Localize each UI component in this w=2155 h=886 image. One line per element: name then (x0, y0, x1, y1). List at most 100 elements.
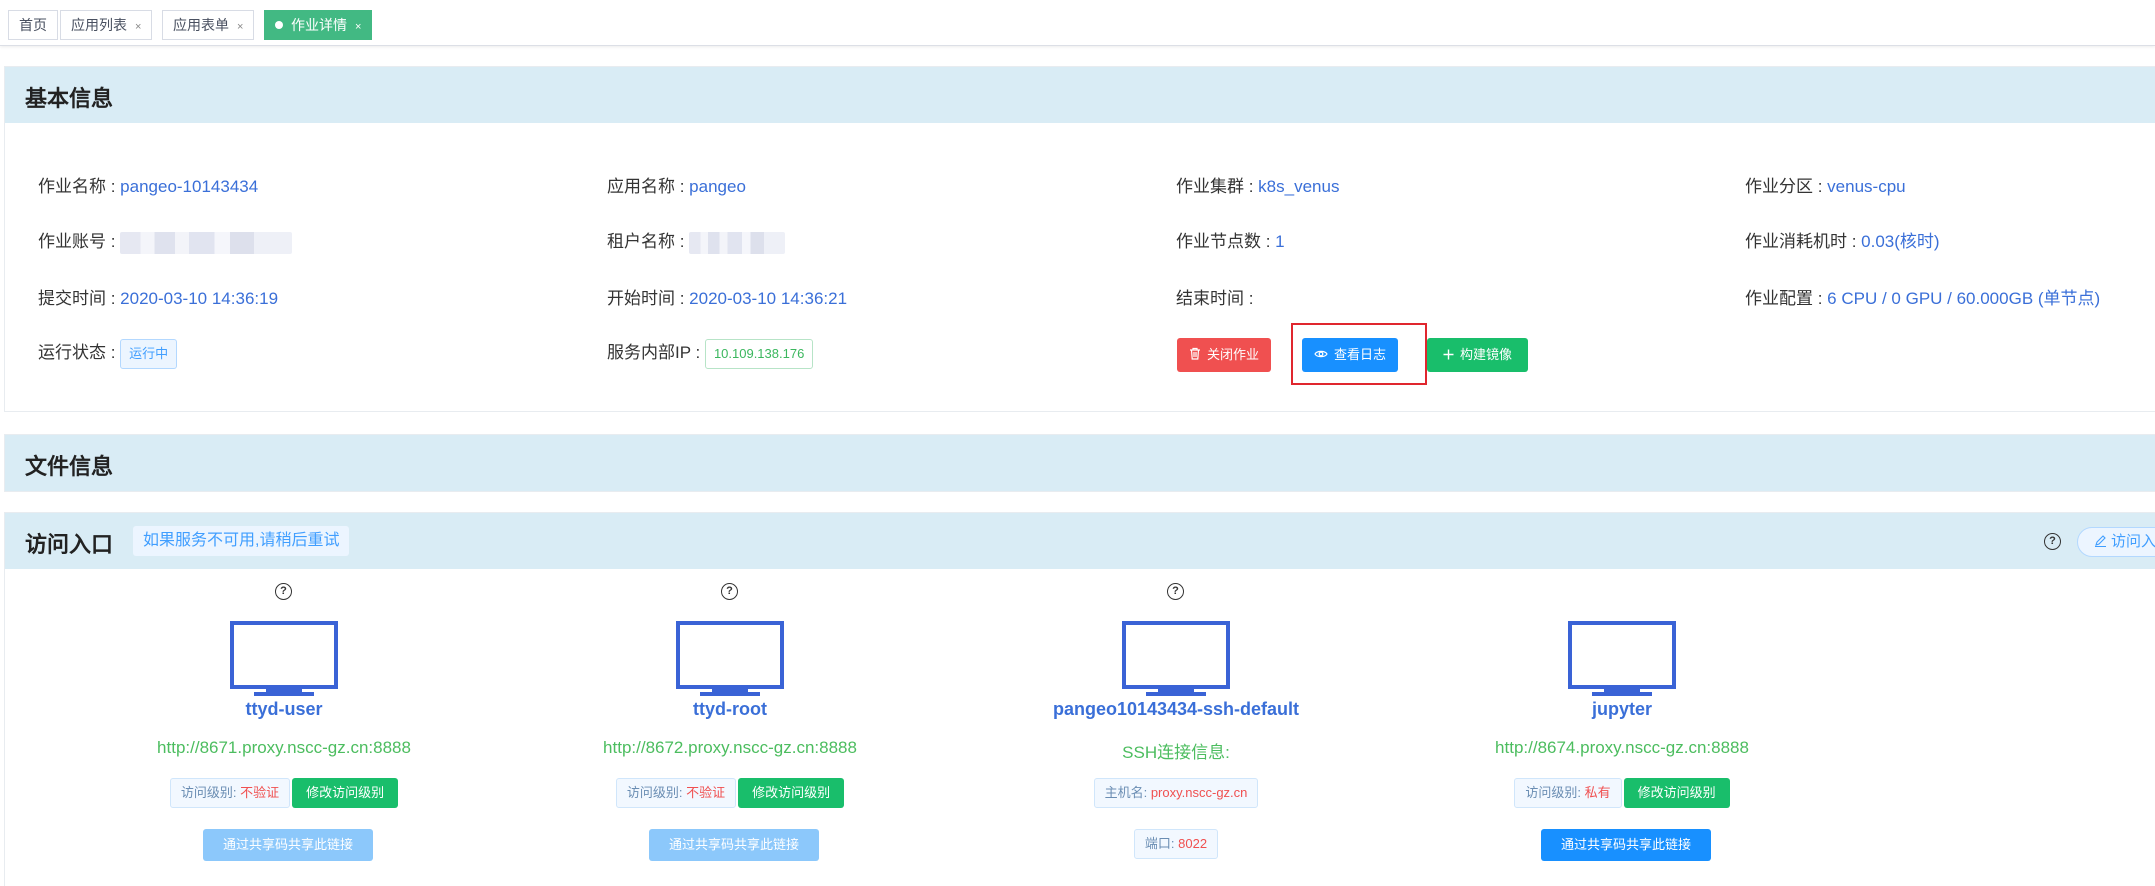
plus-icon (1443, 349, 1454, 360)
level-label: 访问级别: (180, 785, 241, 800)
config-field: 作业配置 : 6 CPU / 0 GPU / 60.000GB (单节点) (1745, 284, 2100, 309)
field-label: 作业消耗机时 : (1745, 232, 1862, 251)
account-field: 作业账号 : (38, 227, 293, 254)
field-label: 提交时间 : (38, 289, 121, 308)
share-link-button[interactable]: 通过共享码共享此链接 (649, 829, 819, 861)
help-icon[interactable]: ? (275, 583, 292, 600)
job-name-field: 作业名称 : pangeo-10143434 (38, 172, 258, 197)
job-name-value: pangeo-10143434 (120, 177, 259, 196)
ssh-port-row: 端口: 8022 (1016, 829, 1336, 859)
ip-badge: 10.109.138.176 (704, 338, 814, 369)
close-job-button[interactable]: 关闭作业 (1177, 338, 1272, 372)
access-level-row: 访问级别: 不验证 修改访问级别 (124, 778, 444, 808)
nodes-field: 作业节点数 : 1 (1176, 227, 1285, 252)
cost-field: 作业消耗机时 : 0.03(核时) (1745, 227, 1940, 252)
field-label: 作业分区 : (1745, 177, 1828, 196)
nodes-value: 1 (1275, 232, 1285, 251)
ssh-port-tag: 端口: 8022 (1133, 829, 1219, 859)
access-level-row: 访问级别: 不验证 修改访问级别 (570, 778, 890, 808)
tab-job-detail[interactable]: 作业详情 × (264, 10, 373, 40)
access-level-tag: 访问级别: 不验证 (169, 778, 291, 808)
basic-info-header: 基本信息 (5, 67, 2155, 123)
field-label: 运行状态 : (38, 343, 121, 362)
tab-label: 作业详情 (291, 17, 347, 33)
cost-value: 0.03(核时) (1861, 232, 1940, 251)
cluster-value: k8s_venus (1258, 177, 1340, 196)
entry-name[interactable]: ttyd-root (570, 699, 890, 720)
entry-name[interactable]: jupyter (1462, 699, 1782, 720)
section-title: 基本信息 (25, 86, 114, 111)
monitor-icon (1568, 621, 1676, 702)
access-level-tag: 访问级别: 私有 (1514, 778, 1622, 808)
tab-home[interactable]: 首页 (8, 10, 58, 40)
file-info-header[interactable]: 文件信息 (5, 435, 2155, 491)
modify-level-button[interactable]: 修改访问级别 (1623, 778, 1730, 808)
entry-url[interactable]: http://8672.proxy.nscc-gz.cn:8888 (570, 738, 890, 758)
level-value: 不验证 (686, 785, 726, 800)
ssh-info-label: SSH连接信息: (1122, 743, 1230, 762)
status-badge: 运行中 (120, 338, 178, 369)
monitor-icon (1122, 621, 1230, 702)
level-label: 访问级别: (626, 785, 687, 800)
button-label: 访问入 (2111, 533, 2155, 550)
close-icon[interactable]: × (237, 21, 243, 33)
help-icon[interactable]: ? (2044, 533, 2061, 550)
close-icon[interactable]: × (355, 21, 361, 33)
ssh-host-tag: 主机名: proxy.nscc-gz.cn (1093, 778, 1259, 808)
share-link-button[interactable]: 通过共享码共享此链接 (1541, 829, 1711, 861)
section-title: 访问入口 (25, 532, 114, 557)
start-time-value: 2020-03-10 14:36:21 (689, 289, 848, 308)
help-icon[interactable]: ? (1167, 583, 1184, 600)
ip-field: 服务内部IP : 10.109.138.176 (607, 338, 814, 369)
visit-entry-button[interactable]: 访问入 (2077, 527, 2155, 557)
share-link-button[interactable]: 通过共享码共享此链接 (203, 829, 373, 861)
monitor-icon (230, 621, 338, 702)
submit-time-value: 2020-03-10 14:36:19 (120, 289, 279, 308)
retry-hint: 如果服务不可用,请稍后重试 (133, 526, 350, 556)
port-value: 8022 (1178, 836, 1208, 851)
redacted-account (120, 231, 293, 254)
host-label: 主机名: (1104, 785, 1151, 800)
button-label: 关闭作业 (1207, 347, 1260, 362)
field-label: 应用名称 : (607, 177, 690, 196)
modify-level-button[interactable]: 修改访问级别 (738, 778, 845, 808)
monitor-icon (676, 621, 784, 702)
access-level-row: 访问级别: 私有 修改访问级别 (1462, 778, 1782, 808)
tab-label: 首页 (19, 17, 47, 33)
tab-label: 应用列表 (71, 17, 127, 33)
submit-time-field: 提交时间 : 2020-03-10 14:36:19 (38, 284, 278, 309)
view-log-button[interactable]: 查看日志 (1302, 338, 1399, 372)
field-label: 结束时间 : (1176, 289, 1254, 308)
access-card: 访问入口 如果服务不可用,请稍后重试 ? 访问入 ? ttyd-user htt… (4, 512, 2155, 886)
entry-url[interactable]: http://8671.proxy.nscc-gz.cn:8888 (124, 738, 444, 758)
tab-app-form[interactable]: 应用表单 × (162, 10, 255, 40)
status-field: 运行状态 : 运行中 (38, 338, 178, 369)
field-label: 作业配置 : (1745, 289, 1828, 308)
host-value: proxy.nscc-gz.cn (1150, 785, 1248, 800)
tab-app-list[interactable]: 应用列表 × (60, 10, 153, 40)
field-label: 服务内部IP : (607, 343, 705, 362)
entry-name[interactable]: pangeo10143434-ssh-default (1016, 699, 1336, 720)
end-time-field: 结束时间 : (1176, 284, 1253, 309)
field-label: 开始时间 : (607, 289, 690, 308)
file-info-card: 文件信息 (4, 434, 2155, 492)
tab-bar: 首页 应用列表 × 应用表单 × 作业详情 × (0, 0, 2155, 46)
redacted-tenant (689, 231, 786, 254)
field-label: 作业节点数 : (1176, 232, 1276, 251)
build-image-button[interactable]: 构建镜像 (1427, 338, 1529, 372)
app-name-field: 应用名称 : pangeo (607, 172, 746, 197)
entry-url[interactable]: http://8674.proxy.nscc-gz.cn:8888 (1462, 738, 1782, 758)
access-level-tag: 访问级别: 不验证 (615, 778, 737, 808)
modify-level-button[interactable]: 修改访问级别 (292, 778, 399, 808)
active-dot-icon (275, 21, 283, 29)
close-icon[interactable]: × (135, 21, 141, 33)
field-label: 作业名称 : (38, 177, 121, 196)
entry-name[interactable]: ttyd-user (124, 699, 444, 720)
help-icon[interactable]: ? (721, 583, 738, 600)
partition-field: 作业分区 : venus-cpu (1745, 172, 1906, 197)
field-label: 租户名称 : (607, 232, 690, 251)
basic-info-card: 基本信息 作业名称 : pangeo-10143434 应用名称 : pange… (4, 66, 2155, 412)
level-value: 私有 (1584, 785, 1611, 800)
eye-icon (1314, 350, 1328, 358)
button-label: 查看日志 (1334, 347, 1387, 362)
